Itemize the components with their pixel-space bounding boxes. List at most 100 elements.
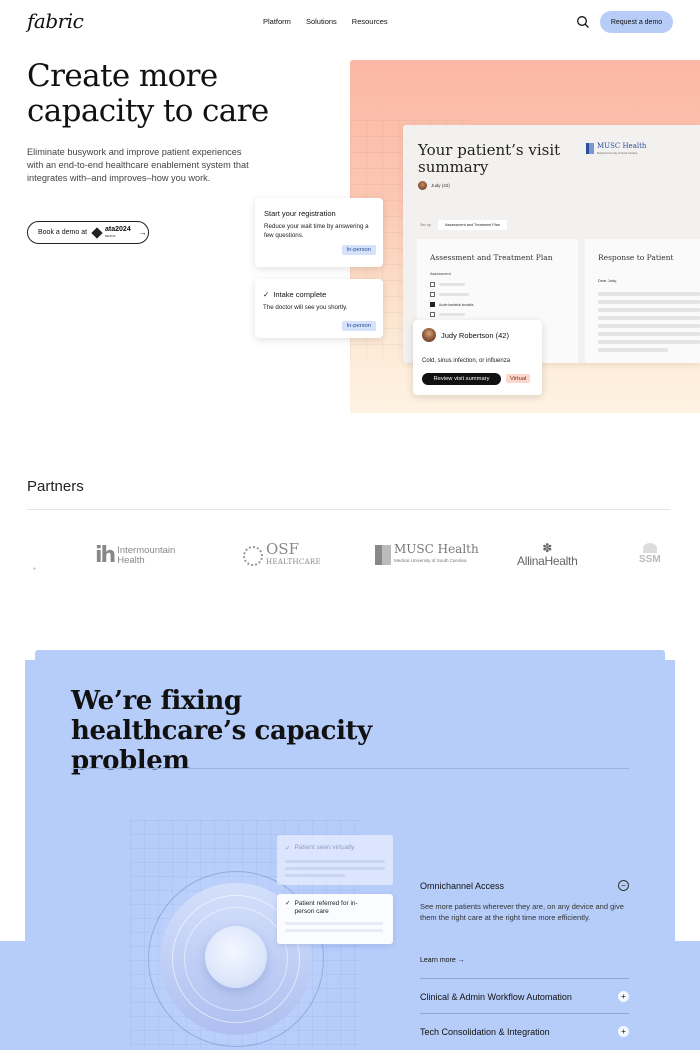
placeholder-line — [439, 313, 465, 316]
arrow-right-icon: → — [138, 228, 147, 237]
checkbox-row[interactable] — [430, 312, 465, 317]
assessment-label: Assessment — [430, 272, 451, 276]
placeholder-line — [439, 283, 465, 286]
partner-logo-ssm[interactable]: SSM — [639, 543, 661, 565]
placeholder-line — [598, 348, 668, 352]
divider — [420, 978, 629, 979]
nav-resources[interactable]: Resources — [352, 17, 388, 26]
request-demo-button[interactable]: Request a demo — [600, 11, 673, 33]
osf-logo-text: OSF HEALTHCARE — [266, 540, 321, 567]
expand-icon[interactable]: + — [618, 991, 629, 1002]
patient-mini: Judy (42) — [418, 181, 450, 190]
placeholder-line — [285, 860, 385, 863]
ssm-logo-text: SSM — [639, 554, 661, 565]
placeholder-line — [285, 867, 385, 870]
patient-condition: Cold, sinus infection, or influenza — [422, 358, 511, 364]
hero-title: Create more capacity to care — [27, 58, 269, 129]
placeholder-line — [285, 874, 345, 877]
fabric-logo[interactable]: fabric — [27, 9, 84, 33]
search-icon[interactable] — [576, 15, 590, 29]
registration-text: Reduce your wait time by answering a few… — [264, 223, 369, 239]
registration-title: Start your registration — [264, 209, 336, 218]
partner-logo-allina[interactable]: ✽ AllinaHealth — [517, 541, 578, 568]
intake-title: ✓ Intake complete — [263, 290, 326, 299]
visit-summary-title: Your patient’s visit summary — [418, 141, 561, 176]
checkbox-row[interactable]: Acute bacterial sinusitis — [430, 302, 473, 307]
collapse-icon[interactable]: − — [618, 880, 629, 891]
book-demo-ata-button[interactable]: Book a demo at ata2024 NEXUS → — [27, 221, 149, 244]
summary-tabs: Set up Assessment and Treatment Plan — [413, 220, 507, 230]
capacity-title: We’re fixing healthcare’s capacity probl… — [71, 686, 372, 776]
response-pane: Response to Patient Dear Judy, — [585, 239, 700, 363]
patient-card: Judy Robertson (42) Cold, sinus infectio… — [413, 320, 542, 395]
learn-more-label: Learn more — [420, 957, 456, 964]
placeholder-line — [598, 300, 700, 304]
nav-platform[interactable]: Platform — [263, 17, 291, 26]
patient-mini-name: Judy (42) — [431, 183, 450, 188]
placeholder-line — [285, 929, 383, 932]
tab-setup[interactable]: Set up — [413, 220, 438, 230]
intake-title-label: Intake complete — [273, 290, 327, 299]
placeholder-line — [598, 340, 700, 344]
check-icon: ✓ — [263, 290, 270, 299]
avatar — [418, 181, 427, 190]
placeholder-line — [598, 308, 700, 312]
section-tab-edge — [35, 650, 665, 660]
placeholder-line — [439, 293, 469, 296]
accordion-tech-title[interactable]: Tech Consolidation & Integration — [420, 1027, 550, 1037]
divider — [27, 509, 671, 510]
intermountain-logo-text: Intermountain Health — [117, 545, 176, 566]
patient-seen-card: ✓ Patient seen virtually — [277, 835, 393, 885]
ata-logo-icon — [91, 226, 103, 239]
patient-referred-card: ✓ Patient referred for in-person care — [277, 894, 393, 944]
avatar — [422, 328, 436, 342]
in-person-badge: In-person — [341, 321, 376, 331]
patient-name: Judy Robertson (42) — [441, 330, 509, 340]
checkbox[interactable] — [430, 312, 435, 317]
nav-solutions[interactable]: Solutions — [306, 17, 337, 26]
checkbox[interactable] — [430, 282, 435, 287]
osf-seal-icon — [243, 546, 263, 566]
assessment-pane-title: Assessment and Treatment Plan — [430, 253, 553, 262]
expand-icon[interactable]: + — [618, 1026, 629, 1037]
checkbox[interactable] — [430, 292, 435, 297]
checkbox-row[interactable] — [430, 292, 469, 297]
musc-logo-icon — [586, 143, 594, 154]
check-icon: ✓ — [285, 900, 291, 907]
patient-referred-text: Patient referred for in-person care — [294, 900, 358, 915]
hero-subtitle: Eliminate busywork and improve patient e… — [27, 147, 249, 183]
divider — [420, 1013, 629, 1014]
musc-logo-text: MUSC Health Medical University of South C… — [394, 542, 479, 563]
accordion-workflow-title[interactable]: Clinical & Admin Workflow Automation — [420, 992, 572, 1002]
intermountain-logo-icon: ih — [95, 543, 116, 568]
review-visit-summary-button[interactable]: Review visit summary — [422, 373, 501, 385]
allina-logo-text: AllinaHealth — [517, 554, 578, 568]
checkbox-row[interactable] — [430, 282, 465, 287]
placeholder-line — [598, 316, 700, 320]
accordion-omnichannel-title[interactable]: Omnichannel Access — [420, 881, 504, 891]
checked-item-label: Acute bacterial sinusitis — [439, 302, 474, 307]
musc-health-logo: MUSC Health Medical University of South C… — [586, 143, 646, 157]
checkbox-checked[interactable] — [430, 302, 435, 307]
response-greeting: Dear Judy, — [598, 278, 618, 283]
accordion-omnichannel-text: See more patients wherever they are, on … — [420, 902, 624, 922]
patient-seen-text: Patient seen virtually — [294, 844, 355, 851]
partners-title: Partners — [27, 478, 84, 495]
divider — [71, 768, 629, 769]
partner-logo-osf[interactable]: OSF HEALTHCARE — [243, 540, 321, 569]
registration-card[interactable]: Start your registration Reduce your wait… — [255, 198, 383, 267]
arrow-right-icon: → — [457, 957, 465, 964]
book-demo-label: Book a demo at — [38, 229, 88, 236]
placeholder-line — [598, 292, 700, 296]
partner-logo-intermountain[interactable]: ih Intermountain Health — [95, 543, 175, 568]
placeholder-line — [598, 324, 700, 328]
allina-logo-icon: ✽ — [542, 541, 553, 555]
learn-more-link[interactable]: Learn more → — [420, 957, 465, 964]
patient-header: Judy Robertson (42) — [422, 328, 509, 342]
patient-seen-label: ✓ Patient seen virtually — [285, 844, 354, 852]
response-pane-title: Response to Patient — [598, 253, 674, 262]
partner-logo-musc[interactable]: MUSC Health Medical University of South C… — [375, 543, 479, 567]
placeholder-line — [598, 332, 700, 336]
tab-assessment[interactable]: Assessment and Treatment Plan — [437, 220, 507, 230]
musc-logo-text: MUSC Health Medical University of South C… — [597, 142, 647, 156]
